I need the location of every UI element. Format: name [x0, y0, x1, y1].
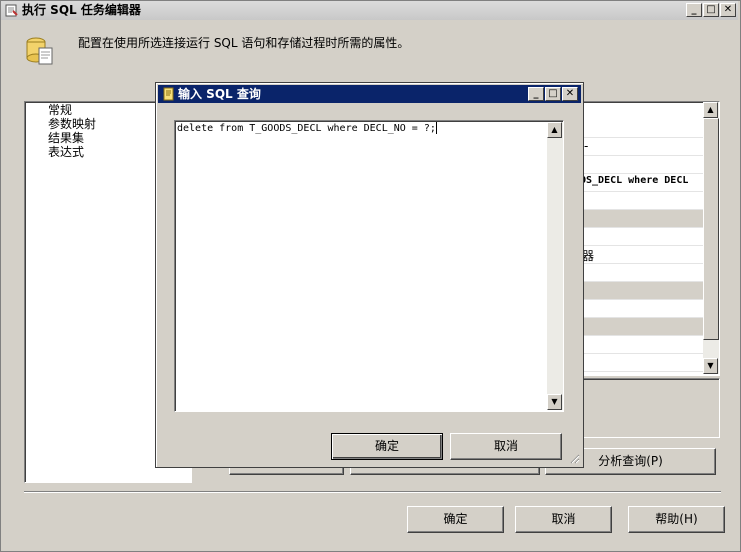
cancel-button[interactable]: 取消	[515, 506, 612, 533]
separator	[24, 491, 721, 493]
modal-maximize-button[interactable]: □	[545, 87, 561, 101]
grid-row[interactable]	[584, 228, 704, 246]
outer-title-bar: 执行 SQL 任务编辑器 _ □ ✕	[1, 1, 738, 20]
grid-row[interactable]	[584, 120, 704, 138]
modal-title: 输入 SQL 查询	[178, 87, 261, 101]
nav-item-parameter-mapping[interactable]: 参数映射	[48, 117, 96, 131]
modal-ok-button[interactable]: 确定	[331, 433, 443, 460]
property-description-area	[576, 378, 720, 438]
grid-row[interactable]	[584, 156, 704, 174]
grid-row[interactable]	[584, 354, 704, 372]
database-script-icon	[24, 34, 56, 66]
sql-query-text: delete from T_GOODS_DECL where DECL_NO =…	[177, 123, 436, 134]
grid-row[interactable]	[584, 336, 704, 354]
sql-scrollbar[interactable]	[547, 122, 563, 410]
nav-item-result-set[interactable]: 结果集	[48, 131, 84, 145]
grid-row-sql-value: OS_DECL where DECL	[584, 175, 689, 186]
minimize-button[interactable]: _	[686, 3, 702, 17]
ok-button[interactable]: 确定	[407, 506, 504, 533]
grid-row[interactable]: OS_DECL where DECL	[584, 174, 704, 192]
sql-query-textarea[interactable]	[174, 120, 564, 412]
scroll-up-icon[interactable]: ▲	[703, 102, 718, 118]
sql-scroll-up-icon[interactable]: ▲	[547, 122, 562, 138]
modal-cancel-button[interactable]: 取消	[450, 433, 562, 460]
query-document-icon	[163, 87, 175, 101]
grid-row[interactable]	[584, 318, 704, 336]
help-button[interactable]: 帮助(H)	[628, 506, 725, 533]
nav-item-general[interactable]: 常规	[48, 103, 72, 117]
grid-row[interactable]	[584, 210, 704, 228]
property-grid-rows: - OS_DECL where DECL 器	[584, 120, 704, 373]
grid-row[interactable]: -	[584, 138, 704, 156]
grid-row-value: -	[584, 139, 589, 153]
modal-title-bar: 输入 SQL 查询 _ □ ✕	[158, 85, 581, 103]
close-button[interactable]: ✕	[720, 3, 736, 17]
nav-item-expressions[interactable]: 表达式	[48, 145, 84, 159]
grid-row-value: 器	[584, 249, 595, 263]
modal-close-button[interactable]: ✕	[562, 87, 578, 101]
modal-minimize-button[interactable]: _	[528, 87, 544, 101]
resize-grip-icon[interactable]	[568, 452, 580, 464]
grid-row[interactable]	[584, 192, 704, 210]
grid-row[interactable]	[584, 300, 704, 318]
sql-task-icon	[5, 3, 19, 17]
grid-row[interactable]: 器	[584, 246, 704, 264]
grid-row[interactable]	[584, 282, 704, 300]
scroll-down-icon[interactable]: ▼	[703, 358, 718, 374]
outer-window-title: 执行 SQL 任务编辑器	[22, 3, 141, 17]
grid-row[interactable]	[584, 264, 704, 282]
sql-scroll-down-icon[interactable]: ▼	[547, 394, 562, 410]
maximize-button[interactable]: □	[703, 3, 719, 17]
scroll-thumb[interactable]	[703, 118, 719, 340]
description-text: 配置在使用所选连接运行 SQL 语句和存储过程时所需的属性。	[78, 36, 410, 50]
text-cursor	[436, 122, 437, 134]
